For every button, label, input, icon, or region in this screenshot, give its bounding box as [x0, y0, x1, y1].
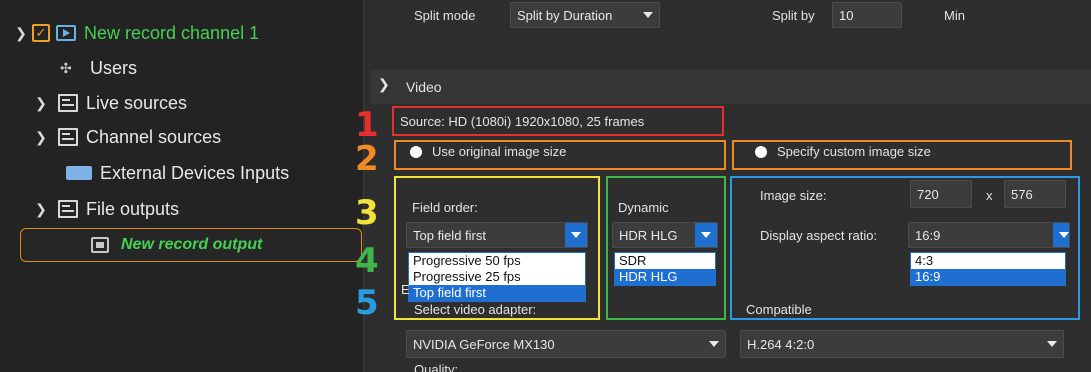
split-by-input[interactable]: 10: [832, 2, 902, 28]
checkbox-checked-icon[interactable]: ✓: [32, 24, 50, 42]
monitor-play-icon: [56, 25, 76, 41]
tree-item-record-output[interactable]: New record output: [20, 228, 362, 262]
annotation-number-4: 4: [355, 241, 379, 281]
expand-chevron-icon[interactable]: ❯: [30, 129, 52, 146]
tree-item-users[interactable]: ✣ Users: [60, 53, 137, 83]
tree-item-label: External Devices Inputs: [100, 162, 290, 183]
annotation-frame-yellow: [394, 176, 600, 320]
chevron-down-icon: [709, 341, 719, 347]
output-icon: [91, 237, 109, 253]
collapse-chevron-icon[interactable]: ❯: [10, 25, 32, 42]
tree-item-label: Live sources: [86, 92, 188, 113]
compatible-select[interactable]: H.264 4:2:0: [740, 330, 1064, 358]
chevron-down-icon: [1047, 341, 1057, 347]
collapse-chevron-icon[interactable]: ❯: [30, 201, 52, 218]
split-mode-select[interactable]: Split by Duration: [510, 2, 660, 28]
tree-item-live-sources[interactable]: ❯ Live sources: [30, 88, 187, 118]
annotation-frame-2a: [394, 140, 726, 170]
tree-item-channel[interactable]: ❯ ✓ New record channel 1: [10, 18, 259, 48]
annotation-number-1: 1: [355, 105, 379, 145]
annotation-number-5: 5: [355, 283, 379, 323]
tree-item-channel-sources[interactable]: ❯ Channel sources: [30, 122, 221, 152]
quality-label: Quality:: [414, 362, 459, 372]
annotation-frame-blue: [730, 176, 1080, 320]
compatible-value: H.264 4:2:0: [747, 336, 815, 352]
source-doc-icon: [58, 94, 78, 112]
annotation-frame-green: [606, 176, 726, 320]
source-doc-icon: [58, 128, 78, 146]
keyboard-icon: [66, 166, 92, 180]
tree-item-label: File outputs: [86, 198, 180, 219]
split-unit-label: Min: [944, 8, 965, 23]
tree-item-file-outputs[interactable]: ❯ File outputs: [30, 194, 179, 224]
split-mode-value: Split by Duration: [517, 7, 613, 23]
annotation-number-2: 2: [355, 139, 379, 179]
annotation-number-3: 3: [355, 193, 379, 233]
split-mode-label: Split mode: [414, 8, 476, 23]
tree-panel: ❯ ✓ New record channel 1 ✣ Users ❯ Live …: [0, 0, 363, 372]
split-by-value: 10: [839, 7, 854, 23]
channel-label: New record channel 1: [84, 22, 260, 43]
annotation-frame-2b: [732, 140, 1072, 170]
video-section-title: Video: [406, 79, 442, 95]
video-adapter-select[interactable]: NVIDIA GeForce MX130: [406, 330, 726, 358]
annotation-frame-1: [392, 106, 724, 136]
collapse-chevron-icon[interactable]: ❯: [378, 76, 390, 93]
tree-item-label: Channel sources: [86, 126, 222, 147]
split-by-label: Split by: [772, 8, 815, 23]
users-icon: ✣: [60, 59, 72, 76]
tree-item-external-devices[interactable]: External Devices Inputs: [66, 158, 289, 188]
expand-chevron-icon[interactable]: ❯: [30, 95, 52, 112]
tree-item-label: Users: [90, 57, 138, 78]
video-section-header[interactable]: ❯ Video: [370, 70, 1091, 104]
chevron-down-icon: [643, 12, 653, 18]
file-output-icon: [58, 200, 78, 218]
record-output-label: New record output: [121, 236, 263, 253]
video-adapter-value: NVIDIA GeForce MX130: [413, 336, 555, 352]
